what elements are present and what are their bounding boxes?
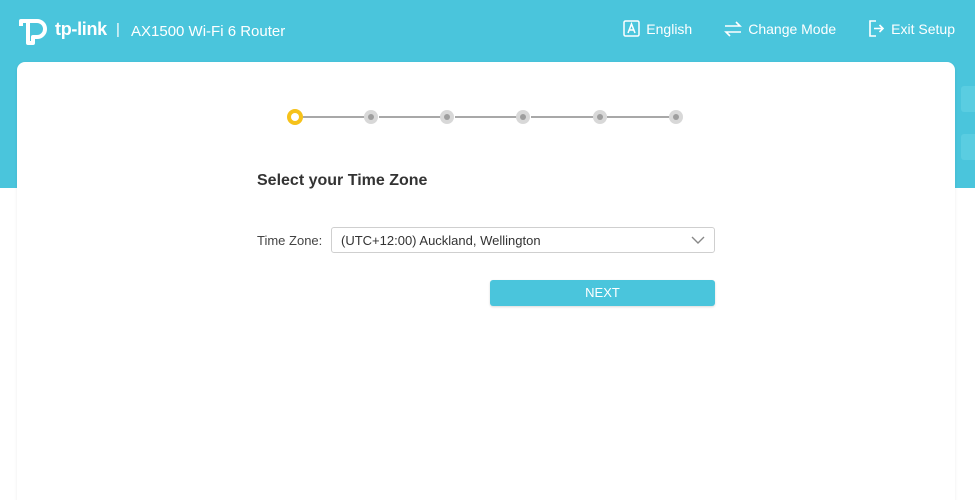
timezone-select[interactable]: (UTC+12:00) Auckland, Wellington bbox=[331, 227, 715, 253]
side-tab bbox=[961, 134, 975, 160]
exit-icon bbox=[869, 20, 885, 37]
change-mode-icon bbox=[724, 20, 743, 37]
language-label: English bbox=[646, 20, 693, 37]
progress-stepper bbox=[17, 62, 955, 172]
step-connector bbox=[379, 116, 443, 118]
exit-setup-button[interactable]: Exit Setup bbox=[868, 20, 955, 37]
tp-link-logo[interactable]: tp-link bbox=[17, 13, 107, 45]
brand-name: tp-link bbox=[55, 18, 107, 39]
top-header: tp-link | AX1500 Wi-Fi 6 Router English … bbox=[0, 0, 975, 62]
step-3-indicator bbox=[440, 110, 454, 124]
step-connector bbox=[607, 116, 671, 118]
exit-setup-label: Exit Setup bbox=[891, 20, 955, 37]
next-button[interactable]: NEXT bbox=[490, 280, 715, 306]
step-2-indicator bbox=[364, 110, 378, 124]
tp-link-logo-icon bbox=[19, 19, 47, 45]
change-mode-label: Change Mode bbox=[748, 20, 837, 37]
chevron-down-icon bbox=[691, 236, 705, 244]
timezone-label: Time Zone: bbox=[257, 233, 323, 248]
header-actions: English Change Mode Exit Setup bbox=[623, 20, 955, 37]
step-connector bbox=[455, 116, 519, 118]
side-tab bbox=[961, 86, 975, 112]
step-6-indicator bbox=[669, 110, 683, 124]
step-5-indicator bbox=[593, 110, 607, 124]
page-title: Select your Time Zone bbox=[257, 172, 428, 189]
step-connector bbox=[303, 116, 367, 118]
step-1-indicator bbox=[287, 109, 303, 125]
language-icon bbox=[623, 20, 641, 37]
language-button[interactable]: English bbox=[623, 20, 692, 37]
product-name: AX1500 Wi-Fi 6 Router bbox=[131, 23, 286, 40]
step-connector bbox=[531, 116, 595, 118]
change-mode-button[interactable]: Change Mode bbox=[724, 21, 836, 37]
setup-page: tp-link | AX1500 Wi-Fi 6 Router English … bbox=[0, 0, 975, 500]
step-4-indicator bbox=[516, 110, 530, 124]
setup-card: Select your Time Zone Time Zone: (UTC+12… bbox=[17, 62, 955, 500]
timezone-selected-value: (UTC+12:00) Auckland, Wellington bbox=[341, 233, 541, 248]
header-divider: | bbox=[116, 21, 120, 38]
